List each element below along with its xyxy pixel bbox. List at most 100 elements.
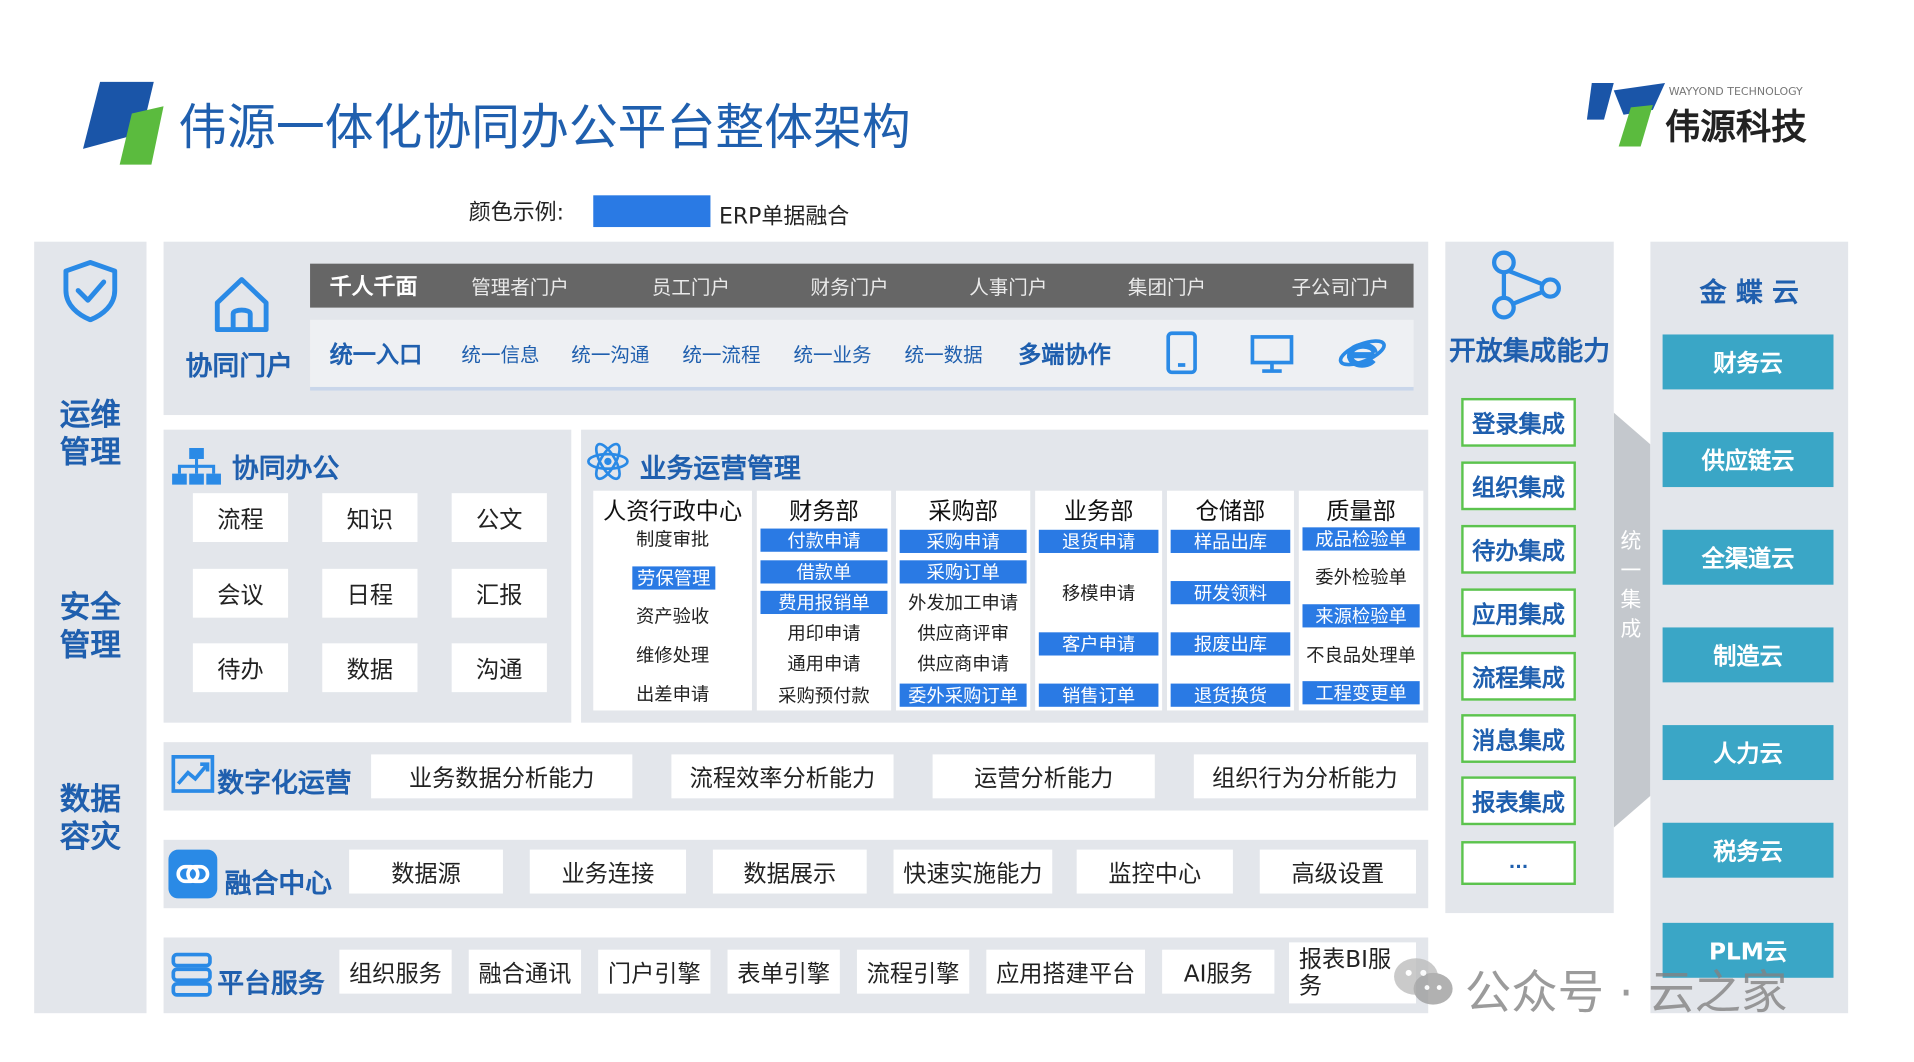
dept-item: 出差申请: [635, 683, 710, 706]
dept-item: 来源检验单: [1302, 604, 1420, 628]
kingdee-hr-cloud[interactable]: 人力云: [1662, 725, 1834, 781]
dept-name: 采购部: [928, 497, 998, 525]
dept-item: 退货申请: [1038, 529, 1159, 553]
legend-text: ERP单据融合: [718, 203, 850, 230]
kingdee-manufacturing-cloud[interactable]: 制造云: [1662, 627, 1834, 683]
fusion-data-display[interactable]: 数据展示: [712, 849, 867, 894]
org-integration[interactable]: 组织集成: [1461, 461, 1576, 511]
digital-process-analysis[interactable]: 流程效率分析能力: [671, 754, 894, 799]
process-integration[interactable]: 流程集成: [1461, 651, 1576, 701]
collab-process[interactable]: 流程: [192, 493, 289, 542]
dept-sales: 业务部 退货申请 移模申请 客户申请 销售订单: [1035, 490, 1163, 711]
platform-org-service[interactable]: 组织服务: [339, 949, 452, 994]
unified-integration-arrow: 统一集成: [1613, 412, 1651, 828]
more-integration[interactable]: ...: [1461, 841, 1576, 886]
nav-item-subsidiary-portal[interactable]: 子公司门户: [1292, 264, 1390, 308]
app-integration[interactable]: 应用集成: [1461, 588, 1576, 638]
shield-check-icon: [61, 259, 120, 323]
message-integration[interactable]: 消息集成: [1461, 714, 1576, 763]
digital-operation-analysis[interactable]: 运营分析能力: [932, 754, 1155, 799]
platform-workflow-engine[interactable]: 流程引擎: [856, 949, 970, 994]
chart-trend-icon: [171, 754, 215, 798]
dept-warehouse: 仓储部 样品出库 研发领料 报废出库 退货换货: [1166, 490, 1294, 711]
brand-name: 伟源科技: [1665, 106, 1807, 148]
title-logo-mark: [83, 81, 164, 165]
browser-icon: [1338, 330, 1387, 381]
dept-item: 工程变更单: [1302, 681, 1420, 705]
arrow-text: 统一集成: [1620, 529, 1642, 643]
share-network-icon: [1487, 249, 1563, 325]
collab-data[interactable]: 数据: [322, 643, 418, 693]
dept-name: 质量部: [1326, 497, 1396, 525]
legend-swatch: [593, 195, 711, 228]
fusion-rapid-implementation[interactable]: 快速实施能力: [893, 849, 1053, 894]
platform-ai-service[interactable]: AI服务: [1162, 949, 1275, 994]
dept-item: 退货换货: [1170, 683, 1291, 707]
dept-item: 借款单: [760, 560, 888, 584]
portal-panel: 协同门户 千人千面 管理者门户 员工门户 财务门户 人事门户 集团门户 子公司门…: [163, 241, 1429, 416]
nav-item-hr-portal[interactable]: 人事门户: [969, 264, 1047, 308]
collab-meeting[interactable]: 会议: [192, 568, 289, 618]
platform-app-builder[interactable]: 应用搭建平台: [986, 949, 1146, 994]
unified-entry-label: 统一入口: [329, 341, 423, 369]
fusion-monitor-center[interactable]: 监控中心: [1076, 849, 1233, 894]
collab-document[interactable]: 公文: [451, 493, 547, 542]
dept-item: 采购订单: [899, 560, 1027, 584]
unified-business: 统一业务: [793, 343, 872, 367]
dept-item: 付款申请: [760, 528, 888, 552]
fusion-advanced-settings[interactable]: 高级设置: [1259, 849, 1417, 894]
nav-item-group-portal[interactable]: 集团门户: [1128, 264, 1206, 308]
collab-knowledge[interactable]: 知识: [322, 493, 418, 542]
todo-integration[interactable]: 待办集成: [1461, 524, 1576, 574]
dept-name: 仓储部: [1195, 497, 1266, 525]
dept-item: 维修处理: [635, 644, 710, 667]
digital-business-analysis[interactable]: 业务数据分析能力: [371, 754, 633, 799]
kingdee-title: 金 蝶 云: [1699, 278, 1799, 309]
dept-item: 委外采购订单: [899, 683, 1027, 707]
dept-item: 供应商评审: [917, 622, 1009, 645]
home-icon: [212, 273, 271, 334]
kingdee-tax-cloud[interactable]: 税务云: [1662, 822, 1834, 878]
nav-item-finance-portal[interactable]: 财务门户: [811, 264, 889, 308]
collab-todo[interactable]: 待办: [192, 643, 289, 693]
fusion-title: 融合中心: [224, 869, 333, 900]
nav-item-manager-portal[interactable]: 管理者门户: [471, 264, 569, 308]
portal-nav-bar: 千人千面 管理者门户 员工门户 财务门户 人事门户 集团门户 子公司门户: [310, 263, 1414, 308]
dept-item: 样品出库: [1170, 529, 1291, 553]
dept-item: 客户申请: [1038, 632, 1159, 656]
platform-unified-comm[interactable]: 融合通讯: [468, 949, 582, 994]
collab-report[interactable]: 汇报: [451, 568, 547, 618]
collab-panel: 协同办公 流程 知识 公文 会议 日程 汇报 待办 数据 沟通: [163, 429, 572, 723]
dept-item: 移模申请: [1061, 582, 1136, 605]
dept-item: 外发加工申请: [908, 592, 1019, 615]
architecture-slide: 伟源一体化协同办公平台整体架构 WAYYOND TECHNOLOGY 伟源科技 …: [0, 0, 1914, 1062]
platform-portal-engine[interactable]: 门户引擎: [598, 949, 711, 994]
dept-finance: 财务部 付款申请 借款单 费用报销单 用印申请 通用申请 采购预付款: [756, 490, 892, 711]
login-integration[interactable]: 登录集成: [1461, 397, 1576, 447]
atom-icon: [586, 439, 630, 488]
dept-item: 研发领料: [1170, 581, 1291, 605]
kingdee-supply-chain-cloud[interactable]: 供应链云: [1662, 432, 1834, 488]
wechat-icon: [1392, 952, 1455, 1015]
fusion-business-connect[interactable]: 业务连接: [529, 849, 687, 894]
collab-schedule[interactable]: 日程: [322, 568, 418, 618]
digital-org-behavior-analysis[interactable]: 组织行为分析能力: [1193, 754, 1417, 799]
dept-item: 供应商申请: [917, 653, 1009, 676]
dept-item: 销售订单: [1038, 683, 1159, 707]
nav-item-thousand-faces[interactable]: 千人千面: [330, 264, 418, 308]
biz-title: 业务运营管理: [639, 454, 801, 485]
kingdee-finance-cloud[interactable]: 财务云: [1662, 334, 1834, 390]
digital-title: 数字化运营: [217, 769, 352, 800]
dept-item: 费用报销单: [760, 590, 888, 615]
desktop-icon: [1250, 334, 1294, 378]
dept-item: 委外检验单: [1315, 566, 1407, 589]
link-icon: [168, 849, 218, 899]
nav-item-employee-portal[interactable]: 员工门户: [652, 264, 730, 308]
ops-management-label: 运维 管理: [59, 396, 121, 470]
report-integration[interactable]: 报表集成: [1461, 776, 1576, 826]
platform-form-engine[interactable]: 表单引擎: [727, 949, 840, 994]
collab-communication[interactable]: 沟通: [451, 643, 547, 693]
dept-name: 财务部: [789, 497, 859, 525]
fusion-datasource[interactable]: 数据源: [349, 849, 503, 894]
kingdee-omnichannel-cloud[interactable]: 全渠道云: [1662, 529, 1834, 585]
